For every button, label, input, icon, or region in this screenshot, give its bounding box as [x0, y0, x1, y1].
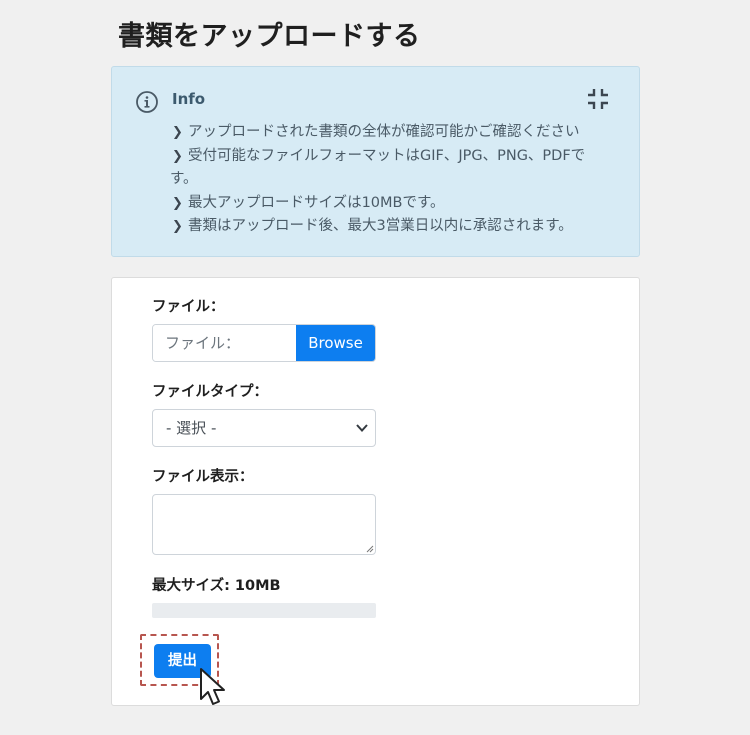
chevron-right-icon: ❯	[172, 148, 183, 164]
file-type-label: ファイルタイプ：	[152, 384, 268, 400]
page-title: 書類をアップロードする	[118, 21, 421, 52]
info-circle-icon	[136, 91, 158, 113]
max-size-label: 最大サイズ: 10MB	[152, 578, 281, 594]
chevron-right-icon: ❯	[172, 195, 183, 211]
file-label: ファイル：	[152, 299, 225, 315]
info-item: ❯ 最大アップロードサイズは10MBです。	[170, 192, 630, 216]
file-type-selected: - 選択 -	[166, 419, 217, 437]
info-item: ❯ 書類はアップロード後、最大3営業日以内に承認されます。	[170, 215, 630, 239]
upload-progress-bar	[152, 603, 376, 618]
file-input-text[interactable]: ファイル：	[153, 325, 296, 361]
file-input[interactable]: ファイル： Browse	[152, 324, 376, 362]
chevron-down-icon	[356, 424, 368, 432]
info-item: ❯ 受付可能なファイルフォーマットはGIF、JPG、PNG、PDFで す。	[170, 145, 630, 192]
resize-grip-icon[interactable]	[365, 544, 374, 553]
mouse-pointer-icon	[200, 668, 225, 705]
upload-form: ファイル： ファイル： Browse ファイルタイプ： - 選択 - ファイル表…	[111, 277, 640, 706]
file-display-label: ファイル表示：	[152, 469, 254, 485]
chevron-right-icon: ❯	[172, 125, 183, 140]
collapse-icon[interactable]	[587, 88, 609, 110]
info-panel: Info ❯ アップロードされた書類の全体が確認可能かご確認ください ❯ 受付可…	[111, 66, 640, 257]
info-list: ❯ アップロードされた書類の全体が確認可能かご確認ください ❯ 受付可能なファイ…	[170, 121, 630, 239]
file-display-textarea[interactable]	[152, 494, 376, 555]
file-type-select[interactable]: - 選択 -	[152, 409, 376, 447]
info-title: Info	[172, 90, 206, 108]
chevron-right-icon: ❯	[172, 219, 183, 234]
info-item: ❯ アップロードされた書類の全体が確認可能かご確認ください	[170, 121, 630, 145]
browse-button[interactable]: Browse	[296, 325, 375, 361]
